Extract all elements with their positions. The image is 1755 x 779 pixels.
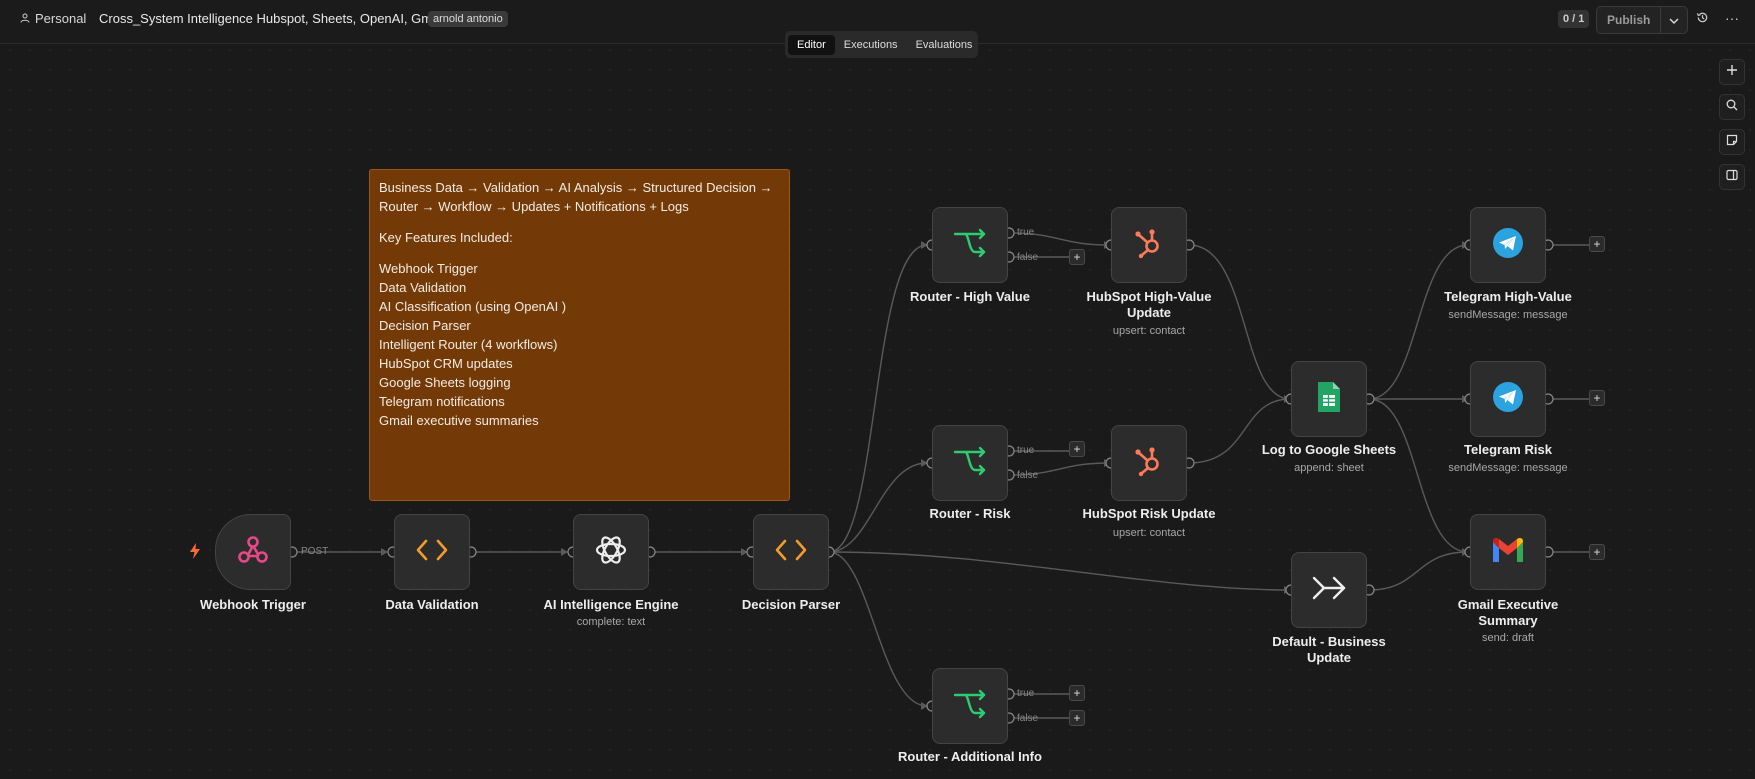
output-true-label: true xyxy=(1017,688,1035,699)
plus-icon: + xyxy=(1073,711,1081,725)
code-icon xyxy=(416,538,448,567)
webhook-method-label: POST xyxy=(301,546,329,557)
node-webhook-trigger[interactable] xyxy=(215,514,291,590)
node-ai-intelligence-engine[interactable] xyxy=(573,514,649,590)
node-label: Webhook Trigger xyxy=(200,597,306,612)
node-label: Gmail Executive Summary xyxy=(1457,597,1559,628)
router-icon xyxy=(952,227,988,264)
node-label: Log to Google Sheets xyxy=(1261,442,1397,457)
node-label: HubSpot High-Value Update xyxy=(1086,289,1212,320)
add-node-true-button[interactable]: + xyxy=(1069,441,1085,457)
node-data-validation[interactable] xyxy=(394,514,470,590)
router-icon xyxy=(952,688,988,725)
trigger-bolt-icon xyxy=(189,543,201,564)
node-subtitle: sendMessage: message xyxy=(1448,462,1568,474)
plus-icon: + xyxy=(1073,442,1081,456)
telegram-icon xyxy=(1492,227,1524,264)
gmail-icon xyxy=(1490,536,1526,569)
node-router-high-value[interactable] xyxy=(932,207,1008,283)
node-label: Router - High Value xyxy=(910,289,1030,304)
node-router-additional-info[interactable] xyxy=(932,668,1008,744)
node-subtitle: send: draft xyxy=(1482,632,1534,644)
google-sheets-icon xyxy=(1316,380,1342,419)
node-subtitle: upsert: contact xyxy=(1112,527,1186,539)
node-label: Router - Additional Info xyxy=(898,749,1042,764)
add-node-button[interactable]: + xyxy=(1589,544,1605,560)
node-label: Telegram Risk xyxy=(1464,442,1552,457)
output-true-label: true xyxy=(1017,445,1035,456)
hubspot-icon xyxy=(1132,226,1166,265)
output-false-label: false xyxy=(1017,252,1039,263)
node-subtitle: complete: text xyxy=(576,616,646,628)
node-label: Router - Risk xyxy=(929,506,1011,521)
plus-icon: + xyxy=(1593,545,1601,559)
node-telegram-risk[interactable] xyxy=(1470,361,1546,437)
plus-icon: + xyxy=(1593,237,1601,251)
node-label: Default - Business Update xyxy=(1272,634,1386,665)
node-hubspot-risk[interactable] xyxy=(1111,425,1187,501)
add-node-button[interactable]: + xyxy=(1589,236,1605,252)
node-hubspot-high-value[interactable] xyxy=(1111,207,1187,283)
node-log-google-sheets[interactable] xyxy=(1291,361,1367,437)
hubspot-icon xyxy=(1132,444,1166,483)
add-node-button[interactable]: + xyxy=(1589,390,1605,406)
node-decision-parser[interactable] xyxy=(753,514,829,590)
router-icon xyxy=(952,445,988,482)
node-default-business-update[interactable] xyxy=(1291,552,1367,628)
node-label: AI Intelligence Engine xyxy=(543,597,679,612)
plus-icon: + xyxy=(1073,250,1081,264)
node-subtitle: upsert: contact xyxy=(1112,325,1186,337)
add-node-false-button[interactable]: + xyxy=(1069,249,1085,265)
plus-icon: + xyxy=(1593,391,1601,405)
node-subtitle: sendMessage: message xyxy=(1448,309,1568,321)
node-subtitle: append: sheet xyxy=(1294,462,1364,474)
add-node-false-button[interactable]: + xyxy=(1069,710,1085,726)
node-telegram-high-value[interactable] xyxy=(1470,207,1546,283)
code-icon xyxy=(775,538,807,567)
output-false-label: false xyxy=(1017,713,1039,724)
node-label: Data Validation xyxy=(385,597,479,612)
node-label: Telegram High-Value xyxy=(1444,289,1572,304)
node-gmail-executive-summary[interactable] xyxy=(1470,514,1546,590)
double-arrow-icon xyxy=(1311,573,1347,608)
output-true-label: true xyxy=(1017,227,1035,238)
openai-icon xyxy=(593,532,629,573)
node-router-risk[interactable] xyxy=(932,425,1008,501)
output-false-label: false xyxy=(1017,470,1039,481)
node-label: Decision Parser xyxy=(741,597,841,612)
add-node-true-button[interactable]: + xyxy=(1069,685,1085,701)
telegram-icon xyxy=(1492,381,1524,418)
plus-icon: + xyxy=(1073,686,1081,700)
webhook-icon xyxy=(235,533,271,572)
node-label: HubSpot Risk Update xyxy=(1082,506,1216,521)
